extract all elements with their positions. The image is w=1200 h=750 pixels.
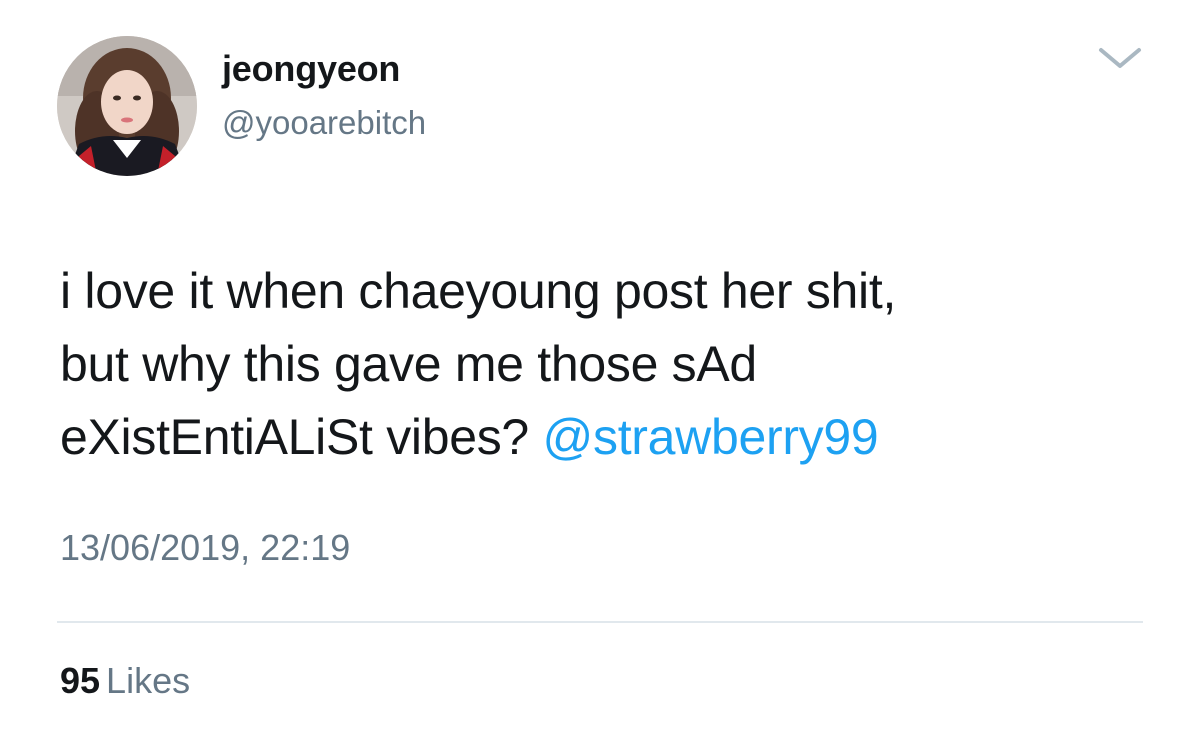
divider <box>57 621 1143 623</box>
likes-stat[interactable]: 95 Likes <box>60 660 190 702</box>
tweet-text-line: i love it when chaeyoung post her shit, <box>60 263 897 319</box>
tweet-text-line: eXistEntiALiSt vibes? @strawberry99 <box>60 401 1150 474</box>
tweet-text-segment: eXistEntiALiSt vibes? <box>60 409 543 465</box>
mention-link[interactable]: @strawberry99 <box>543 409 879 465</box>
user-handle[interactable]: @yooarebitch <box>222 104 426 142</box>
avatar[interactable] <box>57 36 197 176</box>
chevron-down-icon[interactable] <box>1095 42 1145 72</box>
tweet-card: jeongyeon @yooarebitch i love it when ch… <box>0 0 1200 750</box>
tweet-text-line: but why this gave me those sAd <box>60 336 757 392</box>
tweet-text: i love it when chaeyoung post her shit, … <box>60 255 1150 474</box>
display-name[interactable]: jeongyeon <box>222 48 400 90</box>
likes-count: 95 <box>60 660 101 701</box>
timestamp[interactable]: 13/06/2019, 22:19 <box>60 527 350 569</box>
likes-label: Likes <box>106 660 191 701</box>
avatar-photo <box>57 36 197 176</box>
